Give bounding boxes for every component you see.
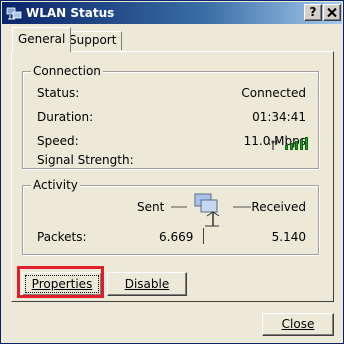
connection-group-title: Connection xyxy=(31,64,103,78)
activity-network-icon xyxy=(171,193,251,227)
received-label: Received xyxy=(251,200,306,214)
wlan-status-window: WLAN Status ? General Support Connection… xyxy=(0,0,344,344)
activity-group-title: Activity xyxy=(31,178,80,192)
network-computers-icon xyxy=(6,7,22,20)
disable-button[interactable]: Disable xyxy=(107,272,187,296)
window-title: WLAN Status xyxy=(26,6,115,20)
tab-general[interactable]: General xyxy=(12,27,72,52)
title-bar[interactable]: WLAN Status ? xyxy=(2,2,342,24)
packets-label: Packets: xyxy=(37,230,87,244)
speed-label: Speed: xyxy=(37,134,79,148)
close-icon xyxy=(327,7,337,18)
packets-received-value: 5.140 xyxy=(271,230,306,244)
close-button-label: Close xyxy=(281,317,315,331)
tab-support[interactable]: Support xyxy=(63,31,123,50)
connection-group: Connection Status: Connected Duration: 0… xyxy=(22,64,319,169)
signal-bar-5 xyxy=(305,137,308,150)
signal-bar-4 xyxy=(300,139,303,150)
status-value: Connected xyxy=(241,86,306,100)
signal-bar-2 xyxy=(290,143,293,150)
close-button[interactable]: Close xyxy=(262,313,334,336)
close-window-button[interactable] xyxy=(323,4,341,21)
packets-divider xyxy=(203,228,204,244)
help-button[interactable]: ? xyxy=(304,4,322,21)
signal-strength-indicator xyxy=(268,136,308,150)
sent-label: Sent xyxy=(137,200,165,214)
signal-bar-1 xyxy=(285,145,288,150)
activity-group: Activity Sent Received Packets: 6.669 5.… xyxy=(22,178,319,255)
disable-button-label: Disable xyxy=(124,277,170,291)
antenna-icon xyxy=(268,138,278,150)
status-label: Status: xyxy=(37,86,80,100)
properties-button-label: Properties xyxy=(31,277,93,291)
general-tab-panel: Connection Status: Connected Duration: 0… xyxy=(11,51,334,302)
signal-strength-label: Signal Strength: xyxy=(37,153,134,167)
duration-label: Duration: xyxy=(37,110,94,124)
signal-bar-3 xyxy=(295,141,298,150)
packets-sent-value: 6.669 xyxy=(159,230,194,244)
properties-button[interactable]: Properties xyxy=(22,272,102,296)
duration-value: 01:34:41 xyxy=(252,110,306,124)
